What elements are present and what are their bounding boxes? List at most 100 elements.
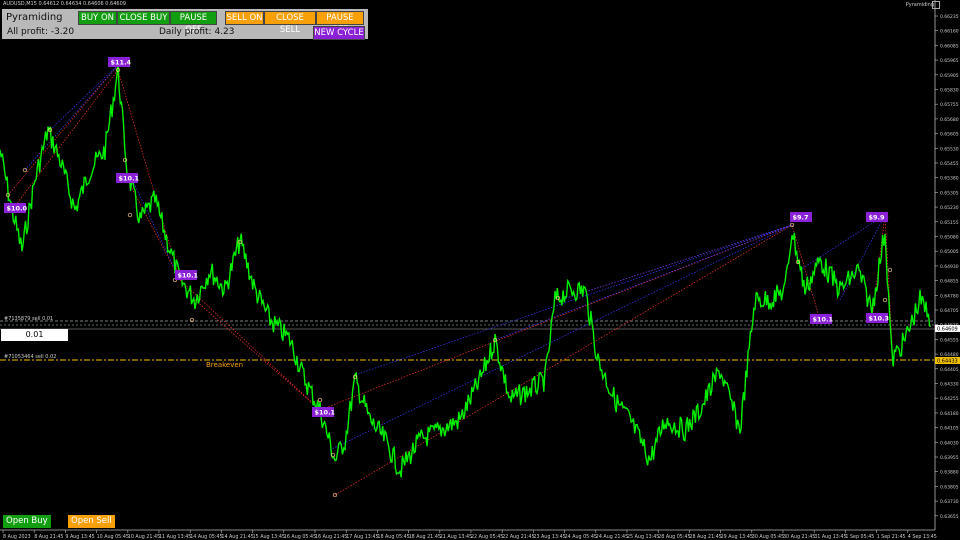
price-tick: 0.63880 — [940, 470, 959, 476]
time-tick: 30 Aug 21:45 — [783, 534, 815, 540]
buy-on-button[interactable]: BUY ON — [78, 11, 117, 25]
price-tick: 0.63955 — [940, 455, 959, 461]
price-tick: 0.64405 — [940, 367, 959, 373]
svg-text:$10.1: $10.1 — [813, 316, 834, 324]
price-tick: 0.65830 — [940, 88, 959, 94]
open-sell-button[interactable]: Open Sell — [68, 515, 115, 528]
time-tick: 15 Aug 13:45 — [253, 534, 285, 540]
time-tick: 11 Aug 13:45 — [159, 534, 191, 540]
price-tick: 0.65905 — [940, 73, 959, 79]
profit-tag: $10.1 — [810, 314, 834, 324]
svg-text:$10.3: $10.3 — [869, 315, 890, 323]
price-tick: 0.65455 — [940, 161, 959, 167]
price-tick: 0.64255 — [940, 396, 959, 402]
price-tick: 0.66160 — [940, 29, 959, 35]
current-price-badge: 0.64609 — [937, 327, 958, 333]
time-tick: 23 Aug 13:45 — [533, 534, 565, 540]
symbol-info: AUDUSD,M15 0.64612 0.64634 0.64606 0.646… — [3, 1, 126, 7]
time-tick: 18 Aug 05:45 — [377, 534, 409, 540]
price-chart[interactable]: $11.4 $10.0 $10.1 $10.1 $10.1 $9.7 $9.9 $10.1 $1… — [0, 0, 960, 540]
order-label-lower: #71053464 sell 0.02 — [4, 354, 56, 360]
indicator-name: Pyramiding — [905, 2, 934, 8]
price-tick: 0.63730 — [940, 499, 959, 505]
time-tick: 9 Aug 13:45 — [65, 534, 94, 540]
time-axis: 8 Aug 2023 8 Aug 21:45 9 Aug 13:45 10 Aug 0… — [2, 530, 937, 540]
price-tick: 0.65380 — [940, 176, 959, 182]
time-tick: 1 Sep 05:45 — [845, 534, 874, 540]
breakeven-label: Breakeven — [206, 361, 243, 369]
time-tick: 4 Sep 13:45 — [908, 534, 937, 540]
time-tick: 10 Aug 21:45 — [128, 534, 160, 540]
time-tick: 28 Aug 05:45 — [658, 534, 690, 540]
price-tick: 0.64705 — [940, 308, 959, 314]
time-tick: 8 Aug 21:45 — [34, 534, 63, 540]
close-buy-button[interactable]: CLOSE BUY — [117, 11, 170, 25]
price-tick: 0.65230 — [940, 205, 959, 211]
svg-text:$9.7: $9.7 — [793, 214, 809, 222]
svg-text:$11.4: $11.4 — [111, 59, 132, 67]
profit-tag: $10.1 — [175, 270, 199, 280]
profit-tag: $10.3 — [866, 313, 889, 323]
price-tick: 0.64780 — [940, 293, 959, 299]
time-tick: 25 Aug 13:45 — [627, 534, 659, 540]
time-tick: 16 Aug 21:45 — [315, 534, 347, 540]
entry-markers — [5, 67, 893, 498]
time-tick: 14 Aug 05:45 — [190, 534, 222, 540]
price-tick: 0.64105 — [940, 426, 959, 432]
close-sell-button[interactable]: CLOSE SELL — [264, 11, 316, 35]
open-buy-button[interactable]: Open Buy — [3, 515, 51, 528]
price-tick: 0.64555 — [940, 337, 959, 343]
price-tick: 0.64030 — [940, 440, 959, 446]
time-tick: 1 Sep 21:45 — [877, 534, 906, 540]
profit-tag: $11.4 — [108, 57, 132, 67]
svg-text:$10.1: $10.1 — [315, 409, 336, 417]
pause-off-sell-button[interactable]: PAUSE OFF — [316, 11, 364, 35]
time-tick: 17 Aug 13:45 — [346, 534, 378, 540]
profit-tag: $10.1 — [312, 407, 336, 417]
price-tick: 0.65965 — [940, 58, 959, 64]
price-tick: 0.65755 — [940, 102, 959, 108]
window-box-icon[interactable] — [932, 1, 940, 9]
profit-tag: $9.7 — [790, 212, 812, 222]
time-tick: 24 Aug 21:45 — [596, 534, 628, 540]
price-tick: 0.63655 — [940, 514, 959, 520]
time-tick: 21 Aug 13:45 — [440, 534, 472, 540]
lot-size-input[interactable]: 0.01 — [1, 329, 68, 341]
all-profit-label: All profit: -3.20 — [7, 27, 75, 37]
time-tick: 29 Aug 13:45 — [721, 534, 753, 540]
price-tick: 0.64330 — [940, 382, 959, 388]
svg-text:$10.1: $10.1 — [119, 175, 140, 183]
time-tick: 31 Aug 13:45 — [814, 534, 846, 540]
profit-tag: $10.0 — [4, 203, 28, 213]
price-tick: 0.64855 — [940, 279, 959, 285]
price-tick: 0.65305 — [940, 190, 959, 196]
time-tick: 18 Aug 21:45 — [409, 534, 441, 540]
time-tick: 30 Aug 05:45 — [752, 534, 784, 540]
price-tick: 0.65605 — [940, 132, 959, 138]
price-tick: 0.65155 — [940, 220, 959, 226]
time-tick: 10 Aug 05:45 — [97, 534, 129, 540]
new-cycle-button[interactable]: NEW CYCLE — [313, 26, 365, 40]
price-tick: 0.65005 — [940, 249, 959, 255]
time-tick: 8 Aug 2023 — [3, 534, 31, 540]
pause-off-buy-button[interactable]: PAUSE OFF — [170, 11, 217, 35]
price-series — [0, 61, 931, 478]
time-tick: 22 Aug 05:45 — [471, 534, 503, 540]
svg-text:$10.1: $10.1 — [178, 272, 199, 280]
svg-text:$9.9: $9.9 — [869, 214, 886, 222]
price-tick: 0.64930 — [940, 264, 959, 270]
time-tick: 14 Aug 21:45 — [221, 534, 253, 540]
price-tick: 0.65680 — [940, 117, 959, 123]
panel-title: Pyramiding — [6, 12, 63, 23]
price-tick: 0.66235 — [940, 14, 959, 20]
sell-on-button[interactable]: SELL ON — [225, 11, 264, 25]
time-tick: 28 Aug 21:45 — [689, 534, 721, 540]
order-label-upper: #7135879 sell 0.01 — [4, 316, 53, 322]
profit-tag: $9.9 — [866, 212, 888, 222]
svg-text:$10.0: $10.0 — [7, 205, 28, 213]
price-axis: 0.66235 0.66160 0.66085 0.65965 0.65905 0.658… — [935, 14, 959, 520]
price-tick: 0.65080 — [940, 235, 959, 241]
trade-lines — [7, 64, 894, 496]
time-tick: 16 Aug 05:45 — [284, 534, 316, 540]
daily-profit-label: Daily profit: 4.23 — [159, 27, 235, 37]
